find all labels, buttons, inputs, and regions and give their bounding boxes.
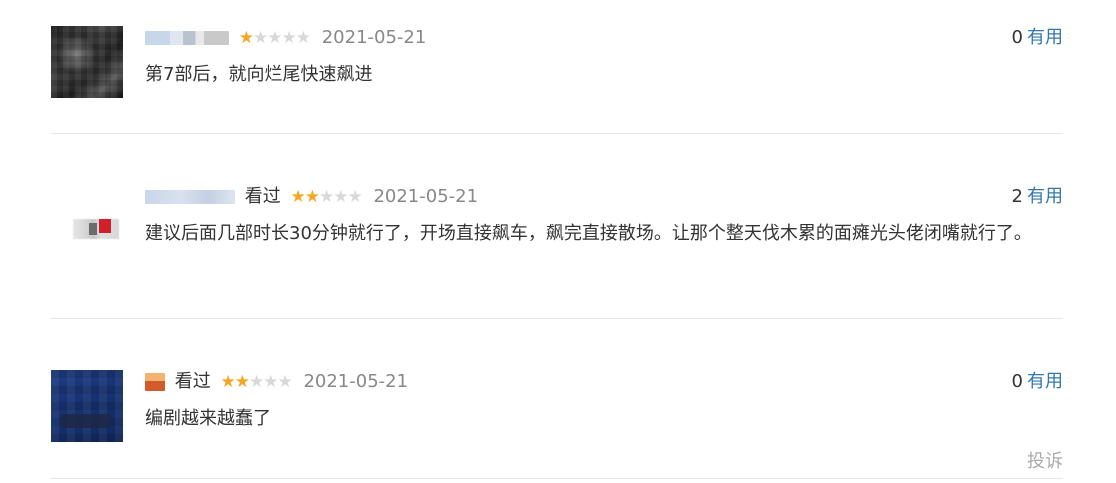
comment-body: ★★★★★ 2021-05-21 0 有用 第7部后，就向烂尾快速飙进 bbox=[145, 26, 1063, 90]
star-icon: ★ bbox=[333, 187, 348, 207]
comment-meta: 看过 ★★★★★ 2021-05-21 0 有用 bbox=[145, 370, 1063, 394]
comment-date: 2021-05-21 bbox=[303, 371, 409, 392]
useful-button[interactable]: 有用 bbox=[1027, 186, 1063, 207]
star-icon: ★ bbox=[220, 372, 235, 392]
useful-count: 0 bbox=[1011, 371, 1023, 392]
useful-button[interactable]: 有用 bbox=[1027, 27, 1063, 48]
useful-vote: 0 有用 bbox=[1012, 370, 1063, 394]
comment-text: 编剧越来越蠢了 bbox=[145, 408, 271, 429]
avatar[interactable] bbox=[51, 370, 123, 442]
comment-body: 看过 ★★★★★ 2021-05-21 0 有用 编剧越来越蠢了 bbox=[145, 370, 1063, 434]
username-link[interactable] bbox=[145, 373, 165, 391]
avatar[interactable] bbox=[51, 185, 123, 257]
useful-count: 0 bbox=[1011, 27, 1023, 48]
watch-status: 看过 bbox=[244, 186, 281, 207]
rating-stars: ★★★★★ bbox=[238, 26, 311, 50]
comment-text: 第7部后，就向烂尾快速飙进 bbox=[145, 64, 373, 85]
comment-date: 2021-05-21 bbox=[321, 27, 427, 48]
star-icon: ★ bbox=[277, 372, 292, 392]
comment-meta: ★★★★★ 2021-05-21 0 有用 bbox=[145, 26, 1063, 50]
rating-stars: ★★★★★ bbox=[290, 185, 362, 209]
star-icon: ★ bbox=[263, 372, 278, 392]
star-icon: ★ bbox=[234, 372, 250, 392]
avatar[interactable] bbox=[51, 26, 123, 98]
star-icon: ★ bbox=[290, 187, 305, 207]
divider bbox=[51, 478, 1063, 479]
star-icon: ★ bbox=[267, 28, 282, 48]
username-link[interactable] bbox=[145, 31, 229, 45]
username-link[interactable] bbox=[145, 190, 235, 204]
star-icon: ★ bbox=[248, 372, 264, 392]
divider bbox=[51, 318, 1063, 319]
comment-date: 2021-05-21 bbox=[373, 186, 479, 207]
star-icon: ★ bbox=[304, 187, 320, 207]
comment-meta: 看过 ★★★★★ 2021-05-21 2 有用 bbox=[145, 185, 1063, 209]
useful-vote: 2 有用 bbox=[1012, 185, 1063, 209]
star-icon: ★ bbox=[252, 28, 268, 48]
star-icon: ★ bbox=[281, 28, 296, 48]
report-link[interactable]: 投诉 bbox=[1027, 447, 1063, 473]
star-icon: ★ bbox=[318, 187, 334, 207]
star-icon: ★ bbox=[295, 28, 311, 48]
watch-status: 看过 bbox=[174, 371, 211, 392]
comment-text: 建议后面几部时长30分钟就行了，开场直接飙车，飙完直接散场。让那个整天伐木累的面… bbox=[145, 223, 1032, 244]
star-icon: ★ bbox=[238, 28, 254, 48]
divider bbox=[51, 133, 1063, 134]
useful-vote: 0 有用 bbox=[1012, 26, 1063, 50]
useful-button[interactable]: 有用 bbox=[1027, 371, 1063, 392]
useful-count: 2 bbox=[1011, 186, 1023, 207]
comment-body: 看过 ★★★★★ 2021-05-21 2 有用 建议后面几部时长30分钟就行了，… bbox=[145, 185, 1063, 249]
star-icon: ★ bbox=[347, 187, 362, 207]
rating-stars: ★★★★★ bbox=[220, 370, 292, 394]
